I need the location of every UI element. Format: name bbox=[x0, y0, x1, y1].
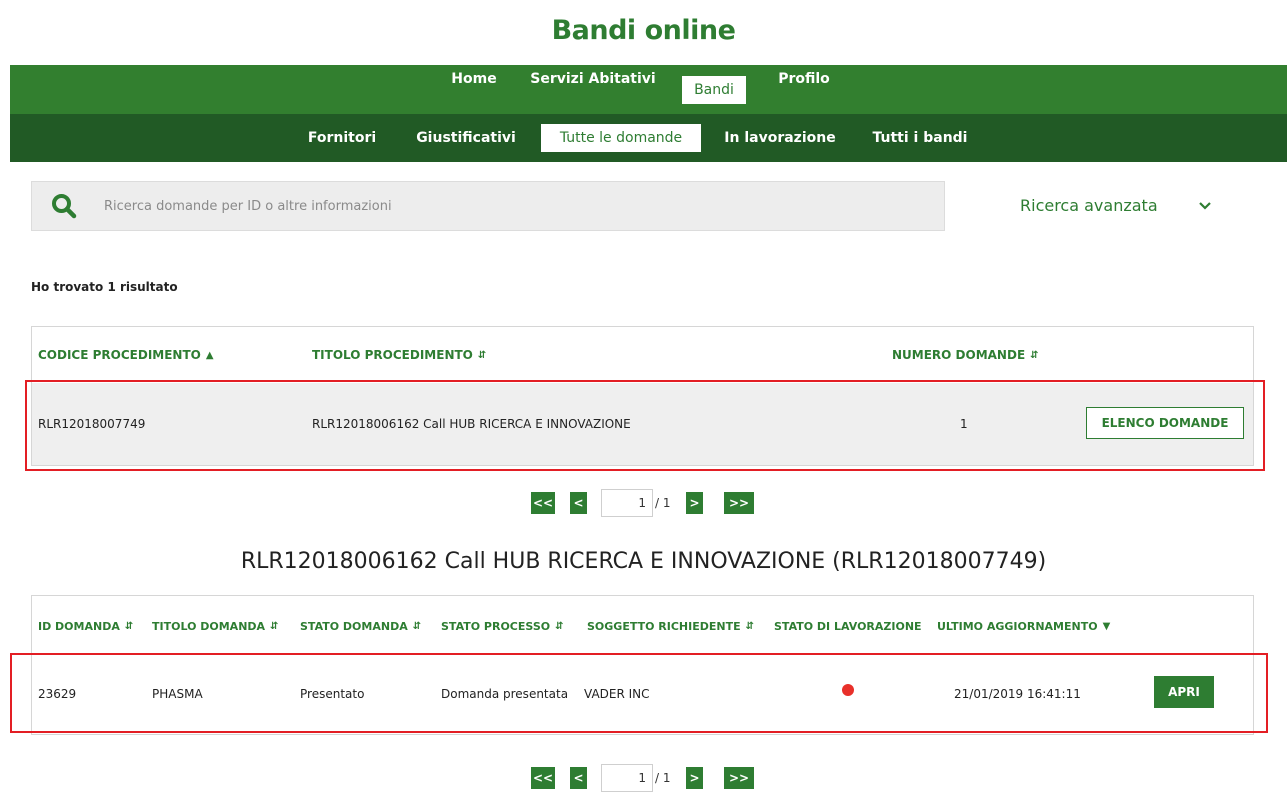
nav-bandi[interactable]: Bandi bbox=[682, 76, 746, 104]
search-input[interactable] bbox=[104, 191, 924, 221]
th-codice-procedimento[interactable]: CODICE PROCEDIMENTO ▲ bbox=[38, 348, 214, 362]
cell-stato-domanda: Presentato bbox=[300, 687, 365, 701]
sort-desc-icon: ▼ bbox=[1102, 621, 1111, 632]
cell-id: 23629 bbox=[38, 687, 77, 701]
sort-icon: ⇵ bbox=[412, 621, 422, 632]
first-page-button[interactable]: << bbox=[531, 492, 555, 514]
sort-icon: ⇵ bbox=[555, 621, 564, 632]
cell-soggetto: VADER INC bbox=[584, 687, 650, 701]
subnav-giustificativi[interactable]: Giustificativi bbox=[403, 124, 529, 152]
search-icon[interactable] bbox=[51, 193, 77, 219]
table-row[interactable]: 23629 PHASMA Presentato Domanda presenta… bbox=[32, 654, 1253, 734]
last-page-button[interactable]: >> bbox=[724, 767, 754, 789]
detail-title: RLR12018006162 Call HUB RICERCA E INNOVA… bbox=[240, 549, 1047, 574]
page-total: / 1 bbox=[655, 496, 671, 510]
pagination: << < 1 / 1 > >> bbox=[531, 764, 761, 792]
sort-icon: ⇵ bbox=[270, 621, 279, 632]
result-count: Ho trovato 1 risultato bbox=[31, 280, 178, 294]
sort-icon: ⇵ bbox=[745, 621, 754, 632]
nav-profilo[interactable]: Profilo bbox=[768, 65, 840, 93]
last-page-button[interactable]: >> bbox=[724, 492, 754, 514]
advanced-search-toggle[interactable]: Ricerca avanzata bbox=[1020, 196, 1158, 215]
cell-codice: RLR12018007749 bbox=[38, 417, 146, 431]
subnav-in-lavorazione[interactable]: In lavorazione bbox=[713, 124, 847, 152]
th-id-domanda[interactable]: ID DOMANDA ⇵ bbox=[38, 620, 133, 633]
th-numero-domande[interactable]: NUMERO DOMANDE ⇵ bbox=[892, 348, 1039, 362]
first-page-button[interactable]: << bbox=[531, 767, 555, 789]
elenco-domande-button[interactable]: ELENCO DOMANDE bbox=[1086, 407, 1244, 439]
prev-page-button[interactable]: < bbox=[570, 492, 587, 514]
prev-page-button[interactable]: < bbox=[570, 767, 587, 789]
th-stato-domanda[interactable]: STATO DOMANDA ⇵ bbox=[300, 620, 421, 633]
apri-button[interactable]: APRI bbox=[1154, 676, 1214, 708]
status-dot-icon bbox=[842, 684, 854, 696]
search-bar bbox=[31, 181, 945, 231]
th-stato-processo[interactable]: STATO PROCESSO ⇵ bbox=[441, 620, 563, 633]
nav-servizi-abitativi[interactable]: Servizi Abitativi bbox=[523, 65, 663, 93]
domande-table: ID DOMANDA ⇵ TITOLO DOMANDA ⇵ STATO DOMAND… bbox=[31, 595, 1254, 735]
procedures-table: CODICE PROCEDIMENTO ▲ TITOLO PROCEDIMENTO… bbox=[31, 326, 1254, 466]
th-titolo-procedimento[interactable]: TITOLO PROCEDIMENTO ⇵ bbox=[312, 348, 486, 362]
th-soggetto-richiedente[interactable]: SOGGETTO RICHIEDENTE ⇵ bbox=[587, 620, 754, 633]
cell-titolo: RLR12018006162 Call HUB RICERCA E INNOVA… bbox=[312, 417, 631, 431]
next-page-button[interactable]: > bbox=[686, 492, 703, 514]
chevron-down-icon[interactable] bbox=[1197, 198, 1213, 214]
app-title: Bandi online bbox=[551, 15, 736, 46]
page-input[interactable]: 1 bbox=[601, 764, 653, 792]
page-total: / 1 bbox=[655, 771, 671, 785]
next-page-button[interactable]: > bbox=[686, 767, 703, 789]
th-titolo-domanda[interactable]: TITOLO DOMANDA ⇵ bbox=[152, 620, 278, 633]
sort-icon: ⇵ bbox=[477, 350, 487, 361]
cell-titolo-domanda: PHASMA bbox=[152, 687, 203, 701]
subnav-tutte-le-domande[interactable]: Tutte le domande bbox=[541, 124, 701, 152]
page-input[interactable]: 1 bbox=[601, 489, 653, 517]
subnav-fornitori[interactable]: Fornitori bbox=[292, 124, 392, 152]
sub-nav: Fornitori Giustificativi Tutte le domand… bbox=[10, 114, 1287, 162]
cell-ultimo-aggiornamento: 21/01/2019 16:41:11 bbox=[954, 687, 1081, 701]
cell-stato-processo: Domanda presentata bbox=[441, 687, 569, 701]
sort-icon: ⇵ bbox=[124, 621, 134, 632]
sort-asc-icon: ▲ bbox=[205, 350, 214, 361]
table-row[interactable]: RLR12018007749 RLR12018006162 Call HUB R… bbox=[32, 383, 1253, 465]
th-stato-di-lavorazione[interactable]: STATO DI LAVORAZIONE bbox=[774, 620, 922, 633]
pagination: << < 1 / 1 > >> bbox=[531, 489, 761, 517]
cell-numero: 1 bbox=[960, 417, 968, 431]
subnav-tutti-i-bandi[interactable]: Tutti i bandi bbox=[860, 124, 980, 152]
sort-icon: ⇵ bbox=[1030, 350, 1039, 361]
th-ultimo-aggiornamento[interactable]: ULTIMO AGGIORNAMENTO ▼ bbox=[937, 620, 1110, 633]
main-nav: Home Servizi Abitativi Bandi Profilo bbox=[10, 65, 1287, 114]
nav-home[interactable]: Home bbox=[444, 65, 504, 93]
